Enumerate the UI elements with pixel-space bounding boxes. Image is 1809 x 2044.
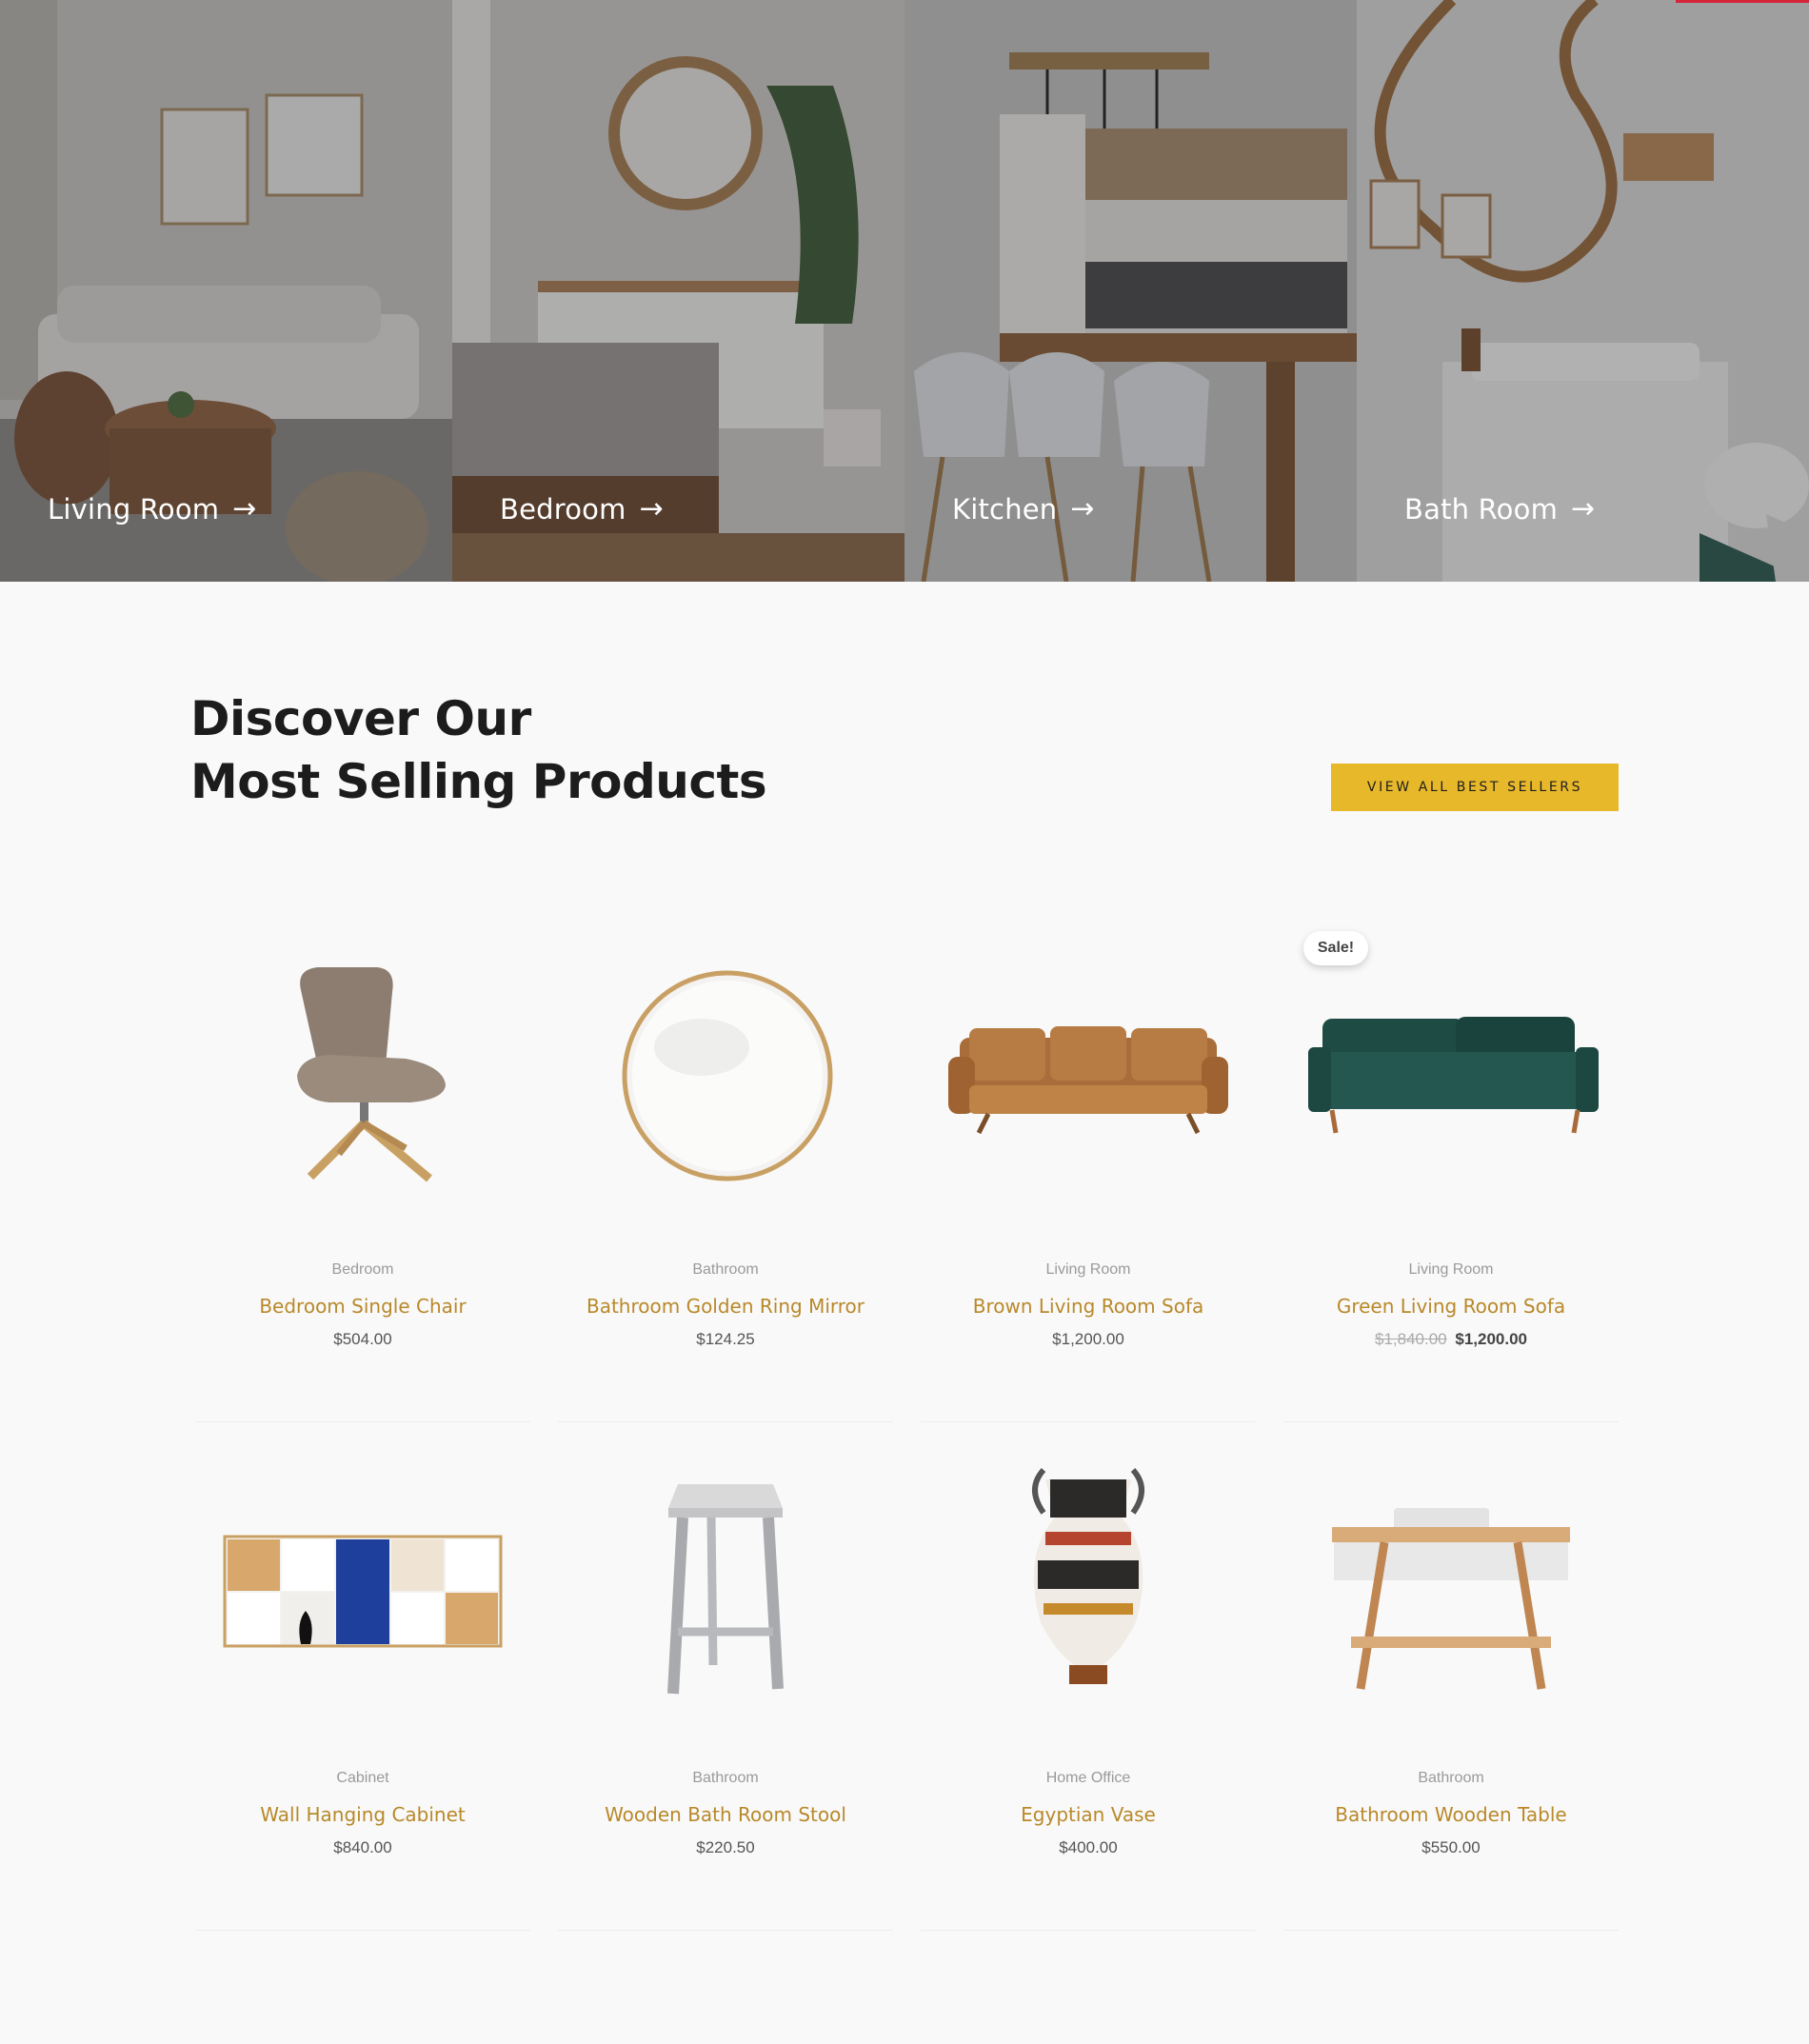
category-label: Bedroom	[500, 493, 626, 526]
product-card[interactable]: Bathroom Bathroom Golden Ring Mirror $12…	[558, 914, 893, 1422]
arrow-right-icon: →	[639, 492, 664, 526]
sale-badge: Sale!	[1303, 931, 1368, 965]
product-price: $504.00	[333, 1330, 392, 1348]
bath-table-image	[1332, 1508, 1570, 1690]
category-label: Living Room	[48, 493, 220, 526]
product-card[interactable]: Bedroom Bedroom Single Chair $504.00	[195, 914, 530, 1422]
product-price: $550.00	[1421, 1838, 1481, 1856]
cabinet-image	[223, 1535, 503, 1648]
product-title[interactable]: Wall Hanging Cabinet	[195, 1803, 530, 1826]
product-price: $124.25	[696, 1330, 755, 1348]
product-card[interactable]: Bathroom Wooden Bath Room Stool $220.50	[558, 1422, 893, 1931]
product-category: Cabinet	[336, 1770, 389, 1786]
product-image[interactable]	[558, 1441, 893, 1717]
product-title[interactable]: Bedroom Single Chair	[195, 1295, 530, 1318]
product-image[interactable]	[195, 1441, 530, 1717]
product-card[interactable]: Living Room Brown Living Room Sofa $1,20…	[921, 914, 1256, 1422]
product-card[interactable]: Bathroom Bathroom Wooden Table $550.00	[1283, 1422, 1619, 1931]
product-image[interactable]	[921, 933, 1256, 1209]
product-category: Home Office	[1045, 1770, 1131, 1786]
product-image[interactable]	[1283, 1441, 1619, 1717]
product-title[interactable]: Wooden Bath Room Stool	[558, 1803, 893, 1826]
product-image[interactable]	[921, 1441, 1256, 1717]
product-card[interactable]: Cabinet Wall Hanging Cabinet $840.00	[195, 1422, 530, 1931]
product-price: $400.00	[1059, 1838, 1118, 1856]
product-card[interactable]: Home Office Egyptian Vase $400.00	[921, 1422, 1256, 1931]
arrow-right-icon: →	[1571, 492, 1596, 526]
category-label: Kitchen	[952, 493, 1058, 526]
category-tile-bath-room[interactable]: Bath Room →	[1357, 0, 1809, 582]
category-label: Bath Room	[1404, 493, 1559, 526]
chair-image	[297, 967, 446, 1182]
product-grid: Bedroom Bedroom Single Chair $504.00 Bat…	[195, 914, 1619, 1931]
product-category: Bedroom	[331, 1261, 394, 1278]
heading-line-2: Most Selling Products	[190, 754, 767, 809]
mirror-image	[622, 970, 833, 1181]
product-image[interactable]	[558, 933, 893, 1209]
top-accent-line	[1676, 0, 1809, 3]
product-image[interactable]	[195, 933, 530, 1209]
product-category: Living Room	[1045, 1261, 1131, 1278]
category-tile-kitchen[interactable]: Kitchen →	[904, 0, 1357, 582]
product-category: Living Room	[1408, 1261, 1494, 1278]
product-title[interactable]: Brown Living Room Sofa	[921, 1295, 1256, 1318]
product-price: $1,200.00	[1052, 1330, 1124, 1348]
section-heading: Discover Our Most Selling Products	[190, 687, 767, 813]
view-all-best-sellers-button[interactable]: VIEW ALL BEST SELLERS	[1331, 764, 1619, 811]
stool-image	[667, 1484, 784, 1695]
arrow-right-icon: →	[1070, 492, 1095, 526]
product-category: Bathroom	[692, 1261, 759, 1278]
green-sofa-image	[1308, 1017, 1599, 1134]
category-banner: Living Room → Bedroom → Kitchen → Bath R…	[0, 0, 1809, 582]
product-category: Bathroom	[692, 1770, 759, 1786]
product-title[interactable]: Green Living Room Sofa	[1283, 1295, 1619, 1318]
product-title[interactable]: Egyptian Vase	[921, 1803, 1256, 1826]
heading-line-1: Discover Our	[190, 691, 531, 746]
product-title[interactable]: Bathroom Wooden Table	[1283, 1803, 1619, 1826]
product-price: $220.50	[696, 1838, 755, 1856]
product-price: $840.00	[333, 1838, 392, 1856]
arrow-right-icon: →	[232, 492, 257, 526]
product-title[interactable]: Bathroom Golden Ring Mirror	[558, 1295, 893, 1318]
product-old-price: $1,840.00	[1374, 1330, 1447, 1348]
product-card[interactable]: Living Room Green Living Room Sofa $1,84…	[1283, 914, 1619, 1422]
brown-sofa-image	[948, 1026, 1228, 1135]
product-price: $1,200.00	[1455, 1330, 1527, 1348]
category-tile-bedroom[interactable]: Bedroom →	[452, 0, 904, 582]
product-image[interactable]	[1283, 933, 1619, 1209]
product-category: Bathroom	[1418, 1770, 1484, 1786]
vase-image	[1032, 1467, 1144, 1684]
category-tile-living-room[interactable]: Living Room →	[0, 0, 452, 582]
